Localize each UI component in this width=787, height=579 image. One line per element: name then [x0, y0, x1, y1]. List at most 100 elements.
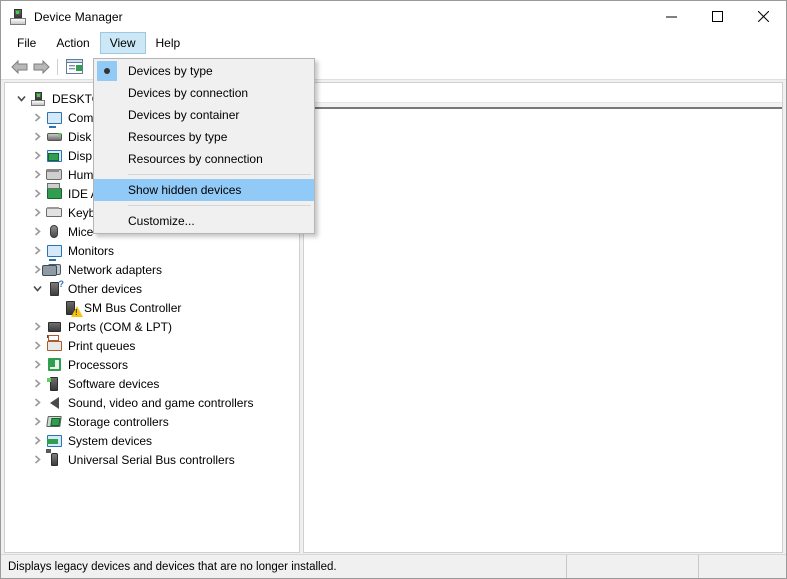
- tree-node-ports[interactable]: Ports (COM & LPT): [5, 317, 299, 336]
- tree-node-processors[interactable]: Processors: [5, 355, 299, 374]
- tree-node-label: Com: [68, 110, 94, 125]
- print-queue-icon: [45, 338, 63, 354]
- network-adapter-icon: [45, 262, 63, 278]
- radio-checked-icon: [97, 61, 117, 81]
- chevron-right-icon[interactable]: [29, 417, 45, 426]
- sound-controller-icon: [45, 395, 63, 411]
- details-toolbar-strip: [304, 83, 782, 103]
- tree-node-label: Print queues: [68, 338, 136, 353]
- chevron-right-icon[interactable]: [29, 398, 45, 407]
- status-bar: Displays legacy devices and devices that…: [1, 554, 786, 578]
- tree-node-label: Universal Serial Bus controllers: [68, 452, 235, 467]
- view-dropdown-menu: Devices by type Devices by connection De…: [93, 58, 315, 234]
- other-devices-icon: ?: [45, 279, 64, 297]
- computer-root-icon: [29, 91, 47, 107]
- menu-item-label: Show hidden devices: [128, 183, 242, 197]
- back-arrow-icon[interactable]: [8, 56, 30, 78]
- menu-separator: [128, 174, 311, 175]
- menu-item-show-hidden-devices[interactable]: Show hidden devices: [94, 179, 314, 201]
- chevron-right-icon[interactable]: [29, 360, 45, 369]
- tree-node-storage-controllers[interactable]: Storage controllers: [5, 412, 299, 431]
- computer-icon: [45, 110, 63, 126]
- tree-node-sound-controllers[interactable]: Sound, video and game controllers: [5, 393, 299, 412]
- menu-item-label: Resources by connection: [128, 152, 263, 166]
- ports-icon: [45, 319, 63, 335]
- tree-node-label: Hum: [68, 167, 94, 182]
- storage-controller-icon: [45, 414, 63, 430]
- menu-item-devices-by-type[interactable]: Devices by type: [94, 60, 314, 82]
- software-device-icon: [45, 376, 63, 392]
- chevron-right-icon[interactable]: [29, 151, 45, 160]
- monitor-icon: [45, 243, 63, 259]
- tree-node-usb-controllers[interactable]: Universal Serial Bus controllers: [5, 450, 299, 469]
- chevron-right-icon[interactable]: [29, 208, 45, 217]
- chevron-down-icon[interactable]: [13, 94, 29, 103]
- forward-arrow-icon[interactable]: [30, 56, 52, 78]
- tree-node-sm-bus-controller[interactable]: SM Bus Controller: [5, 298, 299, 317]
- menu-item-label: Devices by connection: [128, 86, 249, 100]
- status-message: Displays legacy devices and devices that…: [8, 560, 337, 573]
- status-pane-end: [698, 555, 786, 578]
- chevron-right-icon[interactable]: [29, 341, 45, 350]
- chevron-right-icon[interactable]: [29, 322, 45, 331]
- tree-node-software-devices[interactable]: Software devices: [5, 374, 299, 393]
- tree-node-print-queues[interactable]: Print queues: [5, 336, 299, 355]
- close-button[interactable]: [740, 1, 786, 32]
- menu-file[interactable]: File: [7, 32, 46, 54]
- tree-node-label: Storage controllers: [68, 414, 169, 429]
- processor-icon: [45, 357, 63, 373]
- chevron-right-icon[interactable]: [29, 132, 45, 141]
- tree-node-label: Monitors: [68, 243, 115, 258]
- menu-bar: File Action View Help: [1, 32, 786, 54]
- menu-item-resources-by-connection[interactable]: Resources by connection: [94, 148, 314, 170]
- menu-item-resources-by-type[interactable]: Resources by type: [94, 126, 314, 148]
- details-pane: [303, 82, 783, 553]
- menu-separator: [128, 205, 311, 206]
- chevron-right-icon[interactable]: [29, 246, 45, 255]
- chevron-right-icon[interactable]: [29, 227, 45, 236]
- tree-node-label: Mice: [68, 224, 94, 239]
- menu-item-label: Devices by type: [128, 64, 213, 78]
- menu-item-label: Devices by container: [128, 108, 240, 122]
- maximize-button[interactable]: [694, 1, 740, 32]
- chevron-right-icon[interactable]: [29, 436, 45, 445]
- device-manager-window: Device Manager File Action View Help DES…: [0, 0, 787, 579]
- tree-node-monitors[interactable]: Monitors: [5, 241, 299, 260]
- tree-node-label: Software devices: [68, 376, 160, 391]
- tree-node-network-adapters[interactable]: Network adapters: [5, 260, 299, 279]
- menu-item-devices-by-connection[interactable]: Devices by connection: [94, 82, 314, 104]
- tree-node-other-devices[interactable]: ? Other devices: [5, 279, 299, 298]
- chevron-down-icon[interactable]: [29, 284, 45, 293]
- tree-node-label: Disk: [68, 129, 92, 144]
- window-controls: [648, 1, 786, 32]
- chevron-right-icon[interactable]: [29, 189, 45, 198]
- unknown-device-warning-icon: [61, 300, 83, 317]
- disk-drive-icon: [45, 129, 63, 145]
- device-manager-icon: [10, 8, 26, 25]
- tree-node-label: Other devices: [68, 281, 143, 296]
- menu-item-customize[interactable]: Customize...: [94, 210, 314, 232]
- tree-node-label: Ports (COM & LPT): [68, 319, 173, 334]
- tree-node-label: System devices: [68, 433, 153, 448]
- system-device-icon: [45, 433, 63, 449]
- menu-item-label: Resources by type: [128, 130, 228, 144]
- properties-icon[interactable]: [63, 56, 85, 78]
- details-body: [304, 109, 782, 552]
- menu-action[interactable]: Action: [46, 32, 99, 54]
- chevron-right-icon[interactable]: [29, 113, 45, 122]
- menu-help[interactable]: Help: [146, 32, 191, 54]
- minimize-button[interactable]: [648, 1, 694, 32]
- human-interface-device-icon: [45, 167, 63, 183]
- mouse-icon: [45, 224, 63, 240]
- menu-view[interactable]: View: [99, 32, 146, 54]
- tree-node-system-devices[interactable]: System devices: [5, 431, 299, 450]
- tree-node-label: Processors: [68, 357, 129, 372]
- toolbar-separator: [57, 58, 58, 75]
- keyboard-icon: [45, 205, 63, 221]
- chevron-right-icon[interactable]: [29, 455, 45, 464]
- title-bar: Device Manager: [1, 1, 786, 32]
- tree-node-label: Network adapters: [68, 262, 163, 277]
- menu-item-devices-by-container[interactable]: Devices by container: [94, 104, 314, 126]
- chevron-right-icon[interactable]: [29, 170, 45, 179]
- chevron-right-icon[interactable]: [29, 379, 45, 388]
